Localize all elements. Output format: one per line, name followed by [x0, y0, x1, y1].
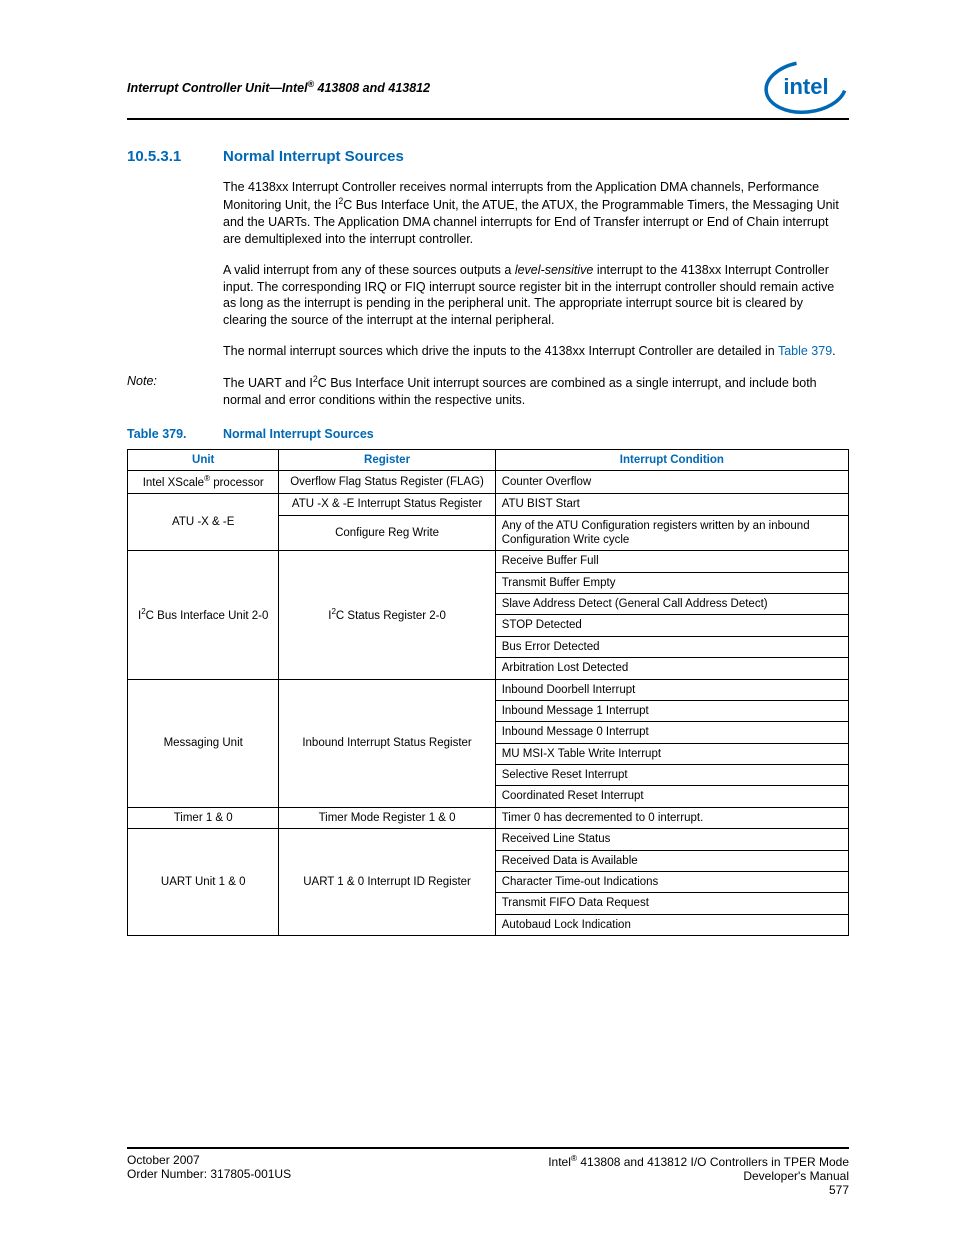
cell-cond: Character Time-out Indications: [495, 871, 848, 892]
section-title: Normal Interrupt Sources: [223, 148, 404, 165]
header-title: Interrupt Controller Unit—Intel® 413808 …: [127, 79, 430, 95]
cell-reg: Configure Reg Write: [279, 515, 495, 551]
section-heading: 10.5.3.1 Normal Interrupt Sources: [127, 148, 849, 165]
cell-reg: Overflow Flag Status Register (FLAG): [279, 470, 495, 493]
cell-cond: Inbound Message 1 Interrupt: [495, 700, 848, 721]
table-caption: Table 379. Normal Interrupt Sources: [127, 427, 849, 441]
cell-cond: Selective Reset Interrupt: [495, 765, 848, 786]
footer-order-number: Order Number: 317805-001US: [127, 1167, 291, 1181]
table-row: ATU -X & -E ATU -X & -E Interrupt Status…: [128, 494, 849, 515]
cell-cond: Transmit FIFO Data Request: [495, 893, 848, 914]
cell-cond: Slave Address Detect (General Call Addre…: [495, 594, 848, 615]
page-header: Interrupt Controller Unit—Intel® 413808 …: [127, 58, 849, 120]
cell-reg: Inbound Interrupt Status Register: [279, 679, 495, 807]
cell-cond: Arbitration Lost Detected: [495, 658, 848, 679]
cell-cond: Inbound Doorbell Interrupt: [495, 679, 848, 700]
table-row: I2C Bus Interface Unit 2-0 I2C Status Re…: [128, 551, 849, 572]
table-row: UART Unit 1 & 0 UART 1 & 0 Interrupt ID …: [128, 829, 849, 850]
footer-doc-type: Developer's Manual: [548, 1169, 849, 1183]
cell-unit: UART Unit 1 & 0: [128, 829, 279, 936]
table-row: Intel XScale® processor Overflow Flag St…: [128, 470, 849, 493]
cell-reg: UART 1 & 0 Interrupt ID Register: [279, 829, 495, 936]
cell-cond: Received Line Status: [495, 829, 848, 850]
paragraph-3: The normal interrupt sources which drive…: [223, 343, 849, 360]
col-unit: Unit: [128, 449, 279, 470]
cell-cond: Counter Overflow: [495, 470, 848, 493]
cell-cond: Inbound Message 0 Interrupt: [495, 722, 848, 743]
footer-doc-title: Intel® 413808 and 413812 I/O Controllers…: [548, 1153, 849, 1169]
cell-cond: MU MSI-X Table Write Interrupt: [495, 743, 848, 764]
cell-cond: STOP Detected: [495, 615, 848, 636]
cell-unit: Timer 1 & 0: [128, 807, 279, 828]
cell-reg: Timer Mode Register 1 & 0: [279, 807, 495, 828]
header-title-suffix: 413808 and 413812: [314, 81, 430, 95]
table-header-row: Unit Register Interrupt Condition: [128, 449, 849, 470]
cell-cond: Receive Buffer Full: [495, 551, 848, 572]
table-number: Table 379.: [127, 427, 223, 441]
note-row: Note: The UART and I2C Bus Interface Uni…: [127, 374, 849, 409]
note-label: Note:: [127, 374, 223, 409]
cell-reg: I2C Status Register 2-0: [279, 551, 495, 679]
cell-cond: Bus Error Detected: [495, 636, 848, 657]
footer-right: Intel® 413808 and 413812 I/O Controllers…: [548, 1153, 849, 1197]
interrupt-sources-table: Unit Register Interrupt Condition Intel …: [127, 449, 849, 936]
svg-text:intel: intel: [783, 74, 828, 99]
footer-date: October 2007: [127, 1153, 291, 1167]
table-title: Normal Interrupt Sources: [223, 427, 374, 441]
cell-cond: Timer 0 has decremented to 0 interrupt.: [495, 807, 848, 828]
cell-cond: Transmit Buffer Empty: [495, 572, 848, 593]
cell-reg: ATU -X & -E Interrupt Status Register: [279, 494, 495, 515]
col-condition: Interrupt Condition: [495, 449, 848, 470]
header-title-prefix: Interrupt Controller Unit—Intel: [127, 81, 308, 95]
cell-cond: Autobaud Lock Indication: [495, 914, 848, 935]
cell-cond: Any of the ATU Configuration registers w…: [495, 515, 848, 551]
paragraph-1: The 4138xx Interrupt Controller receives…: [223, 179, 849, 248]
cell-unit: Intel XScale® processor: [128, 470, 279, 493]
cell-cond: Coordinated Reset Interrupt: [495, 786, 848, 807]
cell-cond: ATU BIST Start: [495, 494, 848, 515]
footer-left: October 2007 Order Number: 317805-001US: [127, 1153, 291, 1197]
footer-page-number: 577: [548, 1183, 849, 1197]
cell-cond: Received Data is Available: [495, 850, 848, 871]
col-register: Register: [279, 449, 495, 470]
page-footer: October 2007 Order Number: 317805-001US …: [127, 1147, 849, 1197]
note-body: The UART and I2C Bus Interface Unit inte…: [223, 374, 849, 409]
intel-logo: intel: [763, 58, 849, 116]
paragraph-2: A valid interrupt from any of these sour…: [223, 262, 849, 330]
table-row: Timer 1 & 0 Timer Mode Register 1 & 0 Ti…: [128, 807, 849, 828]
table-ref-link[interactable]: Table 379: [778, 344, 832, 358]
cell-unit: Messaging Unit: [128, 679, 279, 807]
section-number: 10.5.3.1: [127, 148, 223, 165]
cell-unit: I2C Bus Interface Unit 2-0: [128, 551, 279, 679]
table-row: Messaging Unit Inbound Interrupt Status …: [128, 679, 849, 700]
cell-unit: ATU -X & -E: [128, 494, 279, 551]
